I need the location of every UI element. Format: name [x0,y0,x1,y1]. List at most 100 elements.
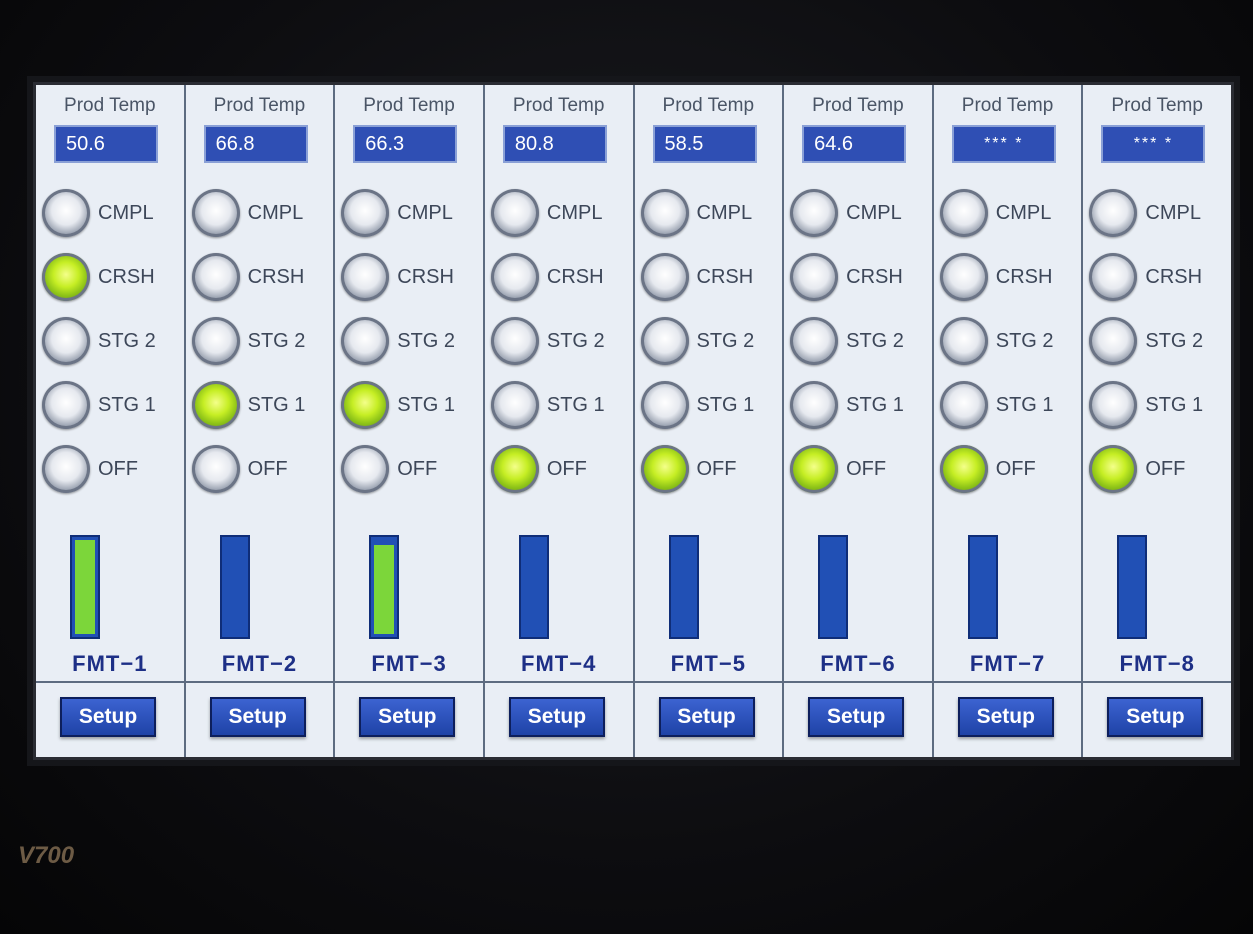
stage-label: STG 1 [247,393,306,416]
setup-button[interactable]: Setup [508,697,605,737]
stage-indicator: STG 1 [1089,377,1229,433]
stage-indicator: STG 2 [191,313,332,369]
stage-indicator: CMPL [341,185,481,241]
prod-temp-value[interactable]: 64.6 [802,125,907,163]
stage-indicator: OFF [341,441,481,497]
fermenter-name: FMT−3 [371,651,447,676]
fermenter-column: Prod Temp 58.5 CMPL CRSH STG 2 STG 1 OFF FMT−5 S… [634,85,785,757]
stage-label: STG 2 [846,329,904,352]
indicator-lamp-icon [1089,189,1138,237]
divider [185,681,334,683]
hmi-screen: Prod Temp 50.6 CMPL CRSH STG 2 STG 1 OFF FMT−1 S… [33,82,1234,760]
divider [36,681,184,683]
indicator-lamp-icon [1089,445,1138,493]
stage-label: OFF [397,457,438,480]
stage-indicator: CRSH [939,249,1080,305]
stage-indicator: OFF [939,441,1080,497]
stage-indicator: OFF [1089,441,1229,497]
prod-temp-value[interactable]: *** * [1101,125,1206,163]
stage-label: STG 1 [696,393,755,416]
indicator-lamp-icon [42,253,90,301]
prod-temp-label: Prod Temp [1111,95,1203,116]
prod-temp-value[interactable]: 58.5 [652,125,757,163]
stage-label: STG 1 [98,393,156,416]
stage-indicator: STG 1 [640,377,781,433]
prod-temp-value[interactable]: 66.3 [353,125,458,163]
stage-indicator: CMPL [1089,185,1229,241]
stage-indicator: CRSH [191,249,332,305]
divider [634,681,783,683]
indicator-lamp-icon [790,253,839,301]
indicator-lamp-icon [939,189,988,237]
stage-indicator: CRSH [790,249,930,305]
stage-label: STG 1 [846,393,904,416]
level-bar-fill [75,540,95,634]
fermenter-column: Prod Temp 64.6 CMPL CRSH STG 2 STG 1 OFF FMT−6 S… [784,85,934,757]
indicator-lamp-icon [640,317,689,365]
indicator-lamp-icon [191,381,240,429]
stage-label: OFF [1145,457,1186,480]
prod-temp-label: Prod Temp [961,95,1054,116]
stage-label: OFF [846,457,887,480]
stage-label: CRSH [546,265,604,288]
indicator-lamp-icon [490,445,539,493]
prod-temp-value[interactable]: *** * [951,125,1056,163]
level-bar [70,535,100,639]
indicator-lamp-icon [191,317,240,365]
prod-temp-label: Prod Temp [812,95,904,116]
fermenter-name: FMT−7 [969,651,1046,676]
indicator-lamp-icon [939,445,988,493]
stage-label: OFF [98,457,138,480]
indicator-lamp-icon [490,253,539,301]
level-bar [1117,535,1148,639]
setup-button[interactable]: Setup [359,697,456,737]
setup-button[interactable]: Setup [808,697,905,737]
level-bar [219,535,250,639]
fermenter-column: Prod Temp 66.3 CMPL CRSH STG 2 STG 1 OFF FMT−3 S… [335,85,485,757]
stage-label: OFF [546,457,587,480]
indicator-lamp-icon [341,445,390,493]
setup-button[interactable]: Setup [60,697,156,737]
indicator-lamp-icon [640,445,689,493]
prod-temp-label: Prod Temp [512,95,605,116]
indicator-lamp-icon [790,189,839,237]
stage-label: CMPL [1145,201,1201,224]
indicator-lamp-icon [191,253,240,301]
fermenter-name: FMT−8 [1119,651,1195,676]
fermenter-name: FMT−4 [521,651,597,676]
stage-indicator: STG 2 [939,313,1080,369]
setup-button[interactable]: Setup [209,697,306,737]
fermenter-column: Prod Temp *** * CMPL CRSH STG 2 STG 1 OFF FMT−8… [1083,85,1231,757]
stage-indicator: CRSH [1089,249,1229,305]
fermenter-column: Prod Temp 80.8 CMPL CRSH STG 2 STG 1 OFF FMT−4 S… [484,85,635,757]
indicator-lamp-icon [191,445,240,493]
setup-button[interactable]: Setup [658,697,755,737]
stage-label: STG 2 [247,329,306,352]
stage-label: CMPL [696,201,753,224]
setup-button[interactable]: Setup [957,697,1054,737]
stage-label: CMPL [247,201,304,224]
fermenter-name: FMT−6 [820,651,896,676]
fermenter-column: Prod Temp *** * CMPL CRSH STG 2 STG 1 OFF FMT−7… [933,85,1084,757]
fermenter-name: FMT−5 [670,651,746,676]
stage-label: OFF [247,457,288,480]
stage-label: STG 2 [995,329,1054,352]
fermenter-name: FMT−2 [221,651,298,676]
indicator-lamp-icon [790,317,839,365]
prod-temp-label: Prod Temp [363,95,455,116]
stage-indicator: STG 1 [191,377,332,433]
indicator-lamp-icon [939,381,988,429]
stage-indicator: STG 2 [640,313,781,369]
prod-temp-value[interactable]: 80.8 [502,125,607,163]
indicator-lamp-icon [640,381,689,429]
stage-label: CMPL [397,201,453,224]
prod-temp-value[interactable]: 50.6 [54,125,158,163]
hmi-bezel: Prod Temp 50.6 CMPL CRSH STG 2 STG 1 OFF FMT−1 S… [0,0,1253,934]
stage-indicator: STG 1 [939,377,1080,433]
stage-label: STG 1 [995,393,1054,416]
setup-button[interactable]: Setup [1107,697,1204,737]
prod-temp-value[interactable]: 66.8 [203,125,308,163]
stage-label: STG 2 [397,329,456,352]
indicator-lamp-icon [1089,381,1138,429]
level-bar [818,535,849,639]
